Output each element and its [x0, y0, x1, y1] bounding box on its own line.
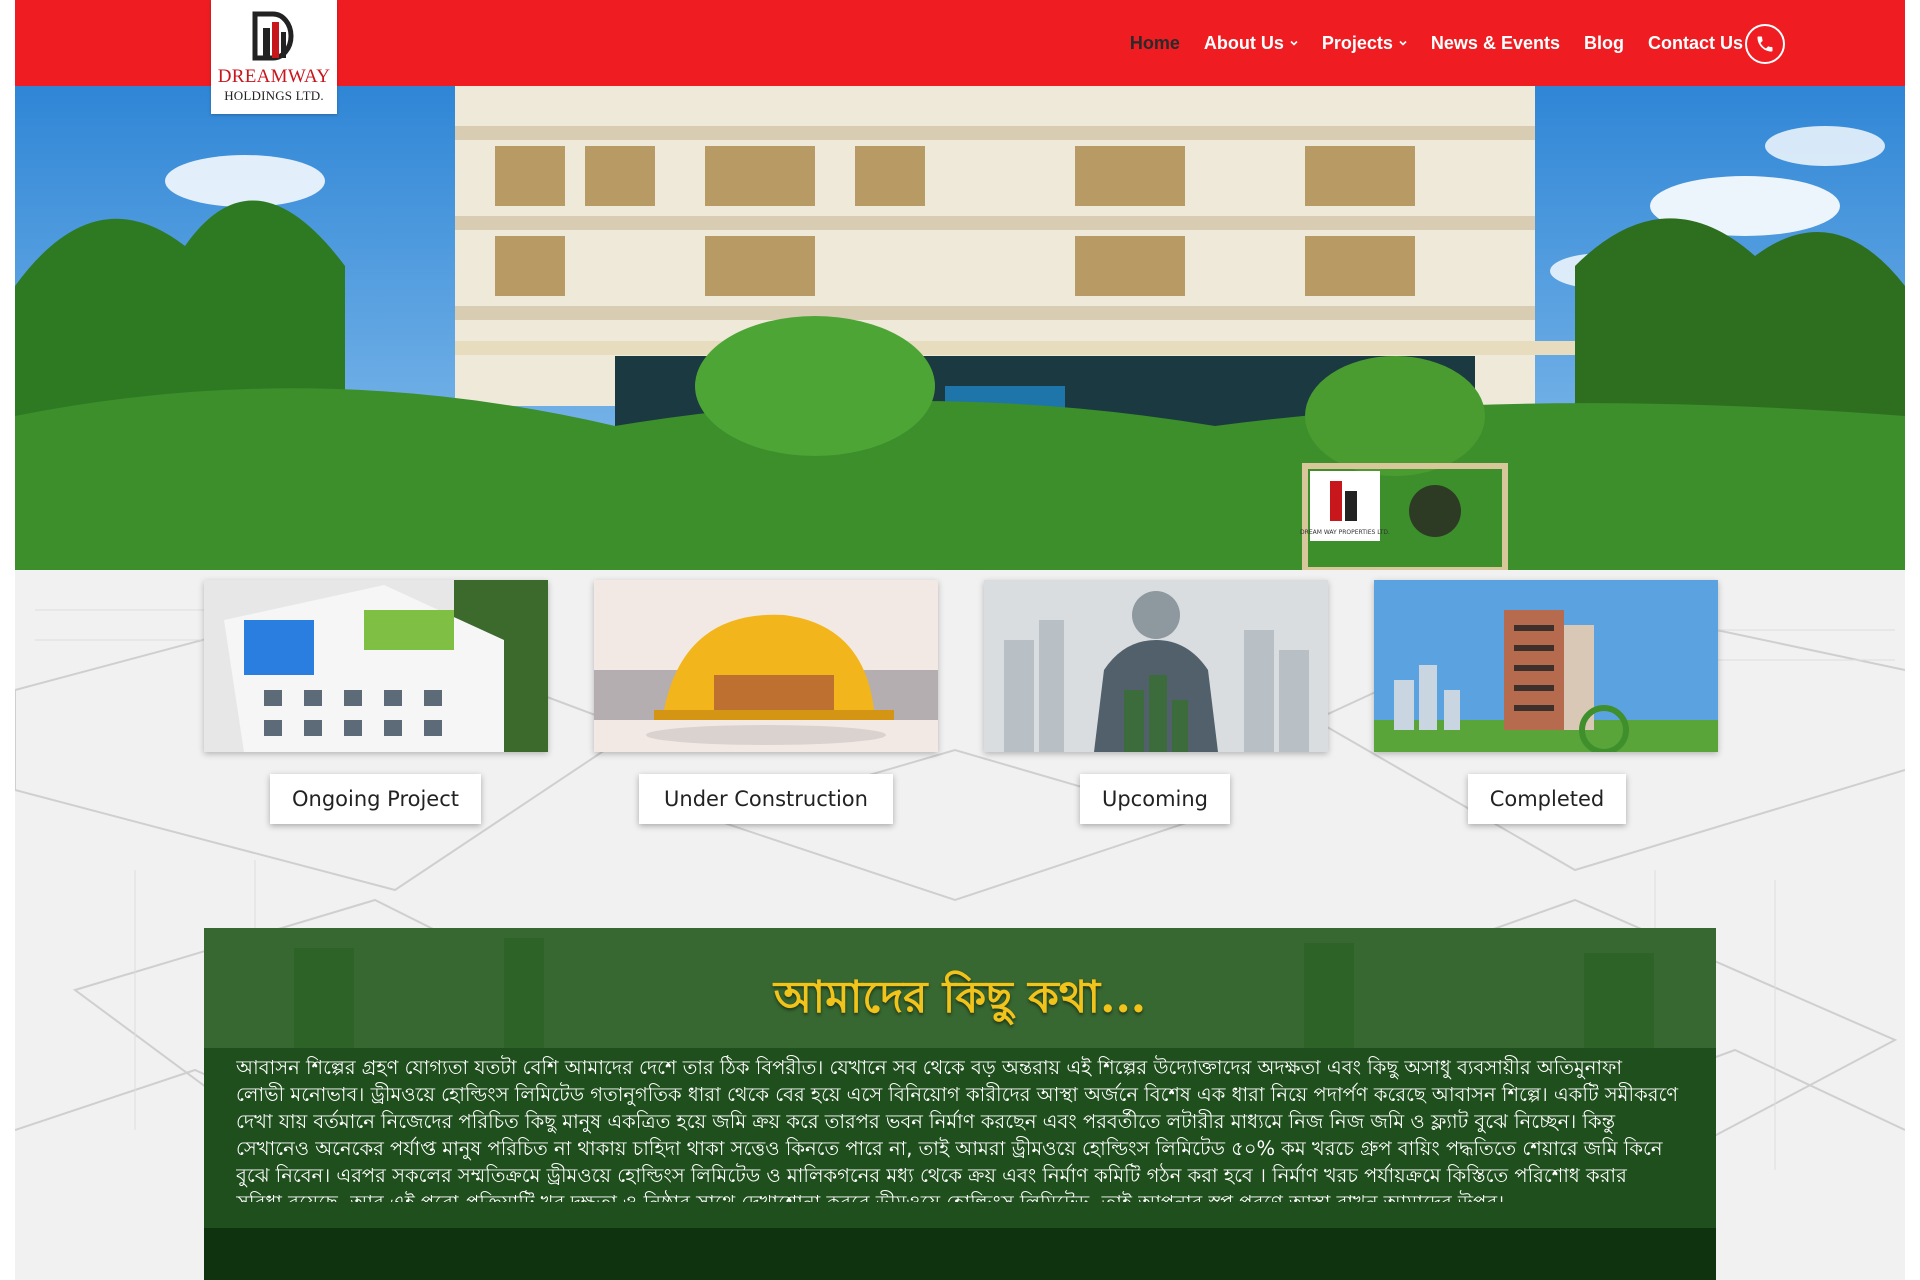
category-card-completed[interactable]	[1374, 580, 1718, 752]
brand-name: DREAMWAY	[217, 66, 331, 87]
phone-icon	[1757, 36, 1773, 52]
nav-item-projects[interactable]: Projects	[1322, 33, 1407, 54]
site-header: DREAMWAY HOLDINGS LTD. Home About Us Pro…	[15, 0, 1905, 114]
nav-item-news-events[interactable]: News & Events	[1431, 33, 1560, 54]
nav-label: Projects	[1321, 32, 1393, 53]
category-label-upcoming[interactable]: Upcoming	[1080, 774, 1230, 824]
nav-item-home[interactable]: Home	[1130, 33, 1180, 54]
brand-logo[interactable]: DREAMWAY HOLDINGS LTD.	[211, 0, 337, 114]
completed-image	[1374, 580, 1718, 752]
nav-item-blog[interactable]: Blog	[1584, 33, 1624, 54]
nav-item-about-us[interactable]: About Us	[1204, 33, 1298, 54]
category-label-completed[interactable]: Completed	[1468, 774, 1626, 824]
about-line: আবাসন শিল্পের গ্রহণ যোগ্যতা যতটা বেশি আম…	[236, 1056, 1622, 1079]
about-line: বুঝে নিবেন। এরপর সকলের সম্মতিক্রমে ড্রীম…	[236, 1164, 1627, 1187]
brand-subtitle: HOLDINGS LTD.	[224, 88, 324, 103]
phone-button[interactable]	[1745, 24, 1785, 64]
about-title: আমাদের কিছু কথা...	[773, 972, 1147, 1023]
about-line: সুবিধা রয়েছে, আর এই পুরো প্রক্রিয়াটি খ…	[236, 1189, 1684, 1202]
under-construction-image	[594, 580, 938, 752]
nav-label: Blog	[1583, 32, 1624, 53]
dreamway-logo-icon	[252, 11, 294, 61]
category-label-under-construction[interactable]: Under Construction	[639, 774, 893, 824]
upcoming-image	[984, 580, 1328, 752]
about-paragraph: আবাসন শিল্পের গ্রহণ যোগ্যতা যতটা বেশি আম…	[236, 1054, 1684, 1202]
chevron-down-icon	[1399, 40, 1407, 46]
main-nav: Home About Us Projects News & Events Blo…	[1130, 0, 1743, 86]
hero-banner: DREAM WAY PROPERTIES LTD.	[15, 86, 1905, 570]
category-label-ongoing[interactable]: Ongoing Project	[270, 774, 481, 824]
page: DREAMWAY HOLDINGS LTD. Home About Us Pro…	[15, 0, 1905, 1280]
chevron-down-icon	[1290, 40, 1298, 46]
ongoing-project-image	[204, 580, 548, 752]
hero-building-image: DREAM WAY PROPERTIES LTD.	[15, 86, 1905, 570]
category-card-upcoming[interactable]	[984, 580, 1328, 752]
nav-item-contact-us[interactable]: Contact Us	[1648, 33, 1743, 54]
nav-label: Home	[1129, 32, 1180, 53]
about-section: আমাদের কিছু কথা... আবাসন শিল্পের গ্রহণ য…	[204, 928, 1716, 1280]
about-line: সেখানেও অনেকের পর্যাপ্ত মানুষ পরিচিত না …	[236, 1137, 1663, 1160]
category-card-under-construction[interactable]	[594, 580, 938, 752]
about-line: লোভী মনোভাব। ড্রীমওয়ে হোল্ডিংস লিমিটেড …	[236, 1083, 1679, 1106]
hero-sign-text: DREAM WAY PROPERTIES LTD.	[1300, 529, 1390, 536]
nav-label: Contact Us	[1647, 32, 1743, 53]
nav-label: News & Events	[1430, 32, 1560, 53]
category-card-ongoing[interactable]	[204, 580, 548, 752]
nav-label: About Us	[1203, 32, 1284, 53]
about-line: দেখা যায় বর্তমানে নিজেদের পরিচিত কিছু ম…	[236, 1110, 1616, 1133]
